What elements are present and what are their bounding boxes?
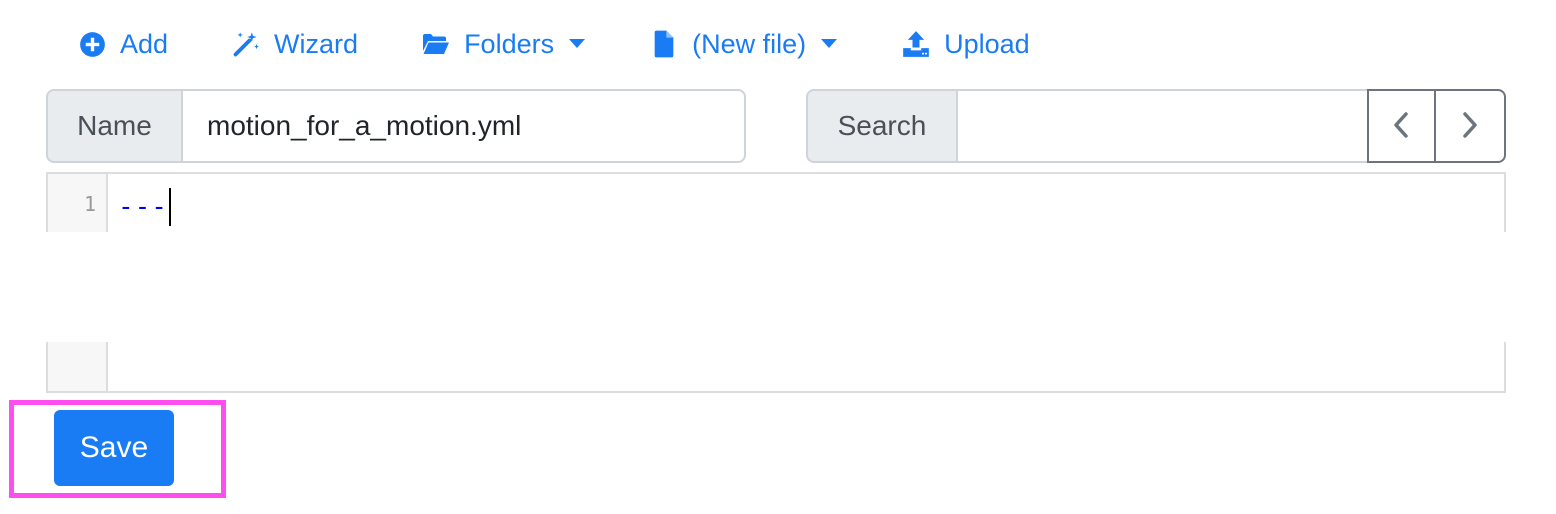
playground-page: Add Wizard Folders (New file) Upload Nam… — [0, 0, 1556, 514]
toolbar: Add Wizard Folders (New file) Upload — [60, 18, 1048, 70]
caret-down-icon — [820, 38, 838, 50]
filename-input[interactable] — [181, 89, 746, 163]
add-label: Add — [120, 28, 169, 59]
code-editor[interactable]: 1 --- — [46, 172, 1506, 393]
upload-icon — [902, 30, 930, 58]
chevron-right-icon — [1460, 111, 1480, 142]
file-dropdown[interactable]: (New file) — [632, 29, 856, 60]
code-line-text: --- — [118, 192, 168, 222]
add-button[interactable]: Add — [60, 29, 186, 60]
magic-wand-icon — [232, 30, 260, 58]
line-gutter: 1 — [48, 174, 108, 232]
search-next-button[interactable] — [1435, 89, 1506, 163]
search-input-group: Search — [806, 89, 1506, 163]
text-cursor — [168, 188, 171, 226]
wizard-label: Wizard — [274, 28, 359, 59]
upload-label: Upload — [944, 28, 1030, 59]
name-label: Name — [46, 89, 181, 163]
name-input-group: Name — [46, 89, 746, 163]
search-label: Search — [806, 89, 956, 163]
file-icon — [650, 30, 678, 58]
caret-down-icon — [568, 38, 586, 50]
file-label: (New file) — [692, 28, 807, 59]
code-line[interactable]: --- — [118, 188, 171, 226]
wizard-button[interactable]: Wizard — [214, 29, 376, 60]
folder-open-icon — [422, 30, 450, 58]
editor-bottom-area[interactable] — [46, 342, 1506, 393]
editor-top-area[interactable]: 1 --- — [46, 172, 1506, 232]
upload-button[interactable]: Upload — [884, 29, 1048, 60]
search-prev-button[interactable] — [1366, 89, 1436, 163]
line-number: 1 — [83, 192, 96, 216]
search-input[interactable] — [955, 89, 1367, 163]
plus-circle-icon — [78, 30, 106, 58]
line-gutter-bottom — [48, 342, 108, 391]
chevron-left-icon — [1391, 111, 1411, 142]
folders-dropdown[interactable]: Folders — [404, 29, 604, 60]
save-button[interactable]: Save — [54, 410, 174, 486]
folders-label: Folders — [464, 28, 555, 59]
